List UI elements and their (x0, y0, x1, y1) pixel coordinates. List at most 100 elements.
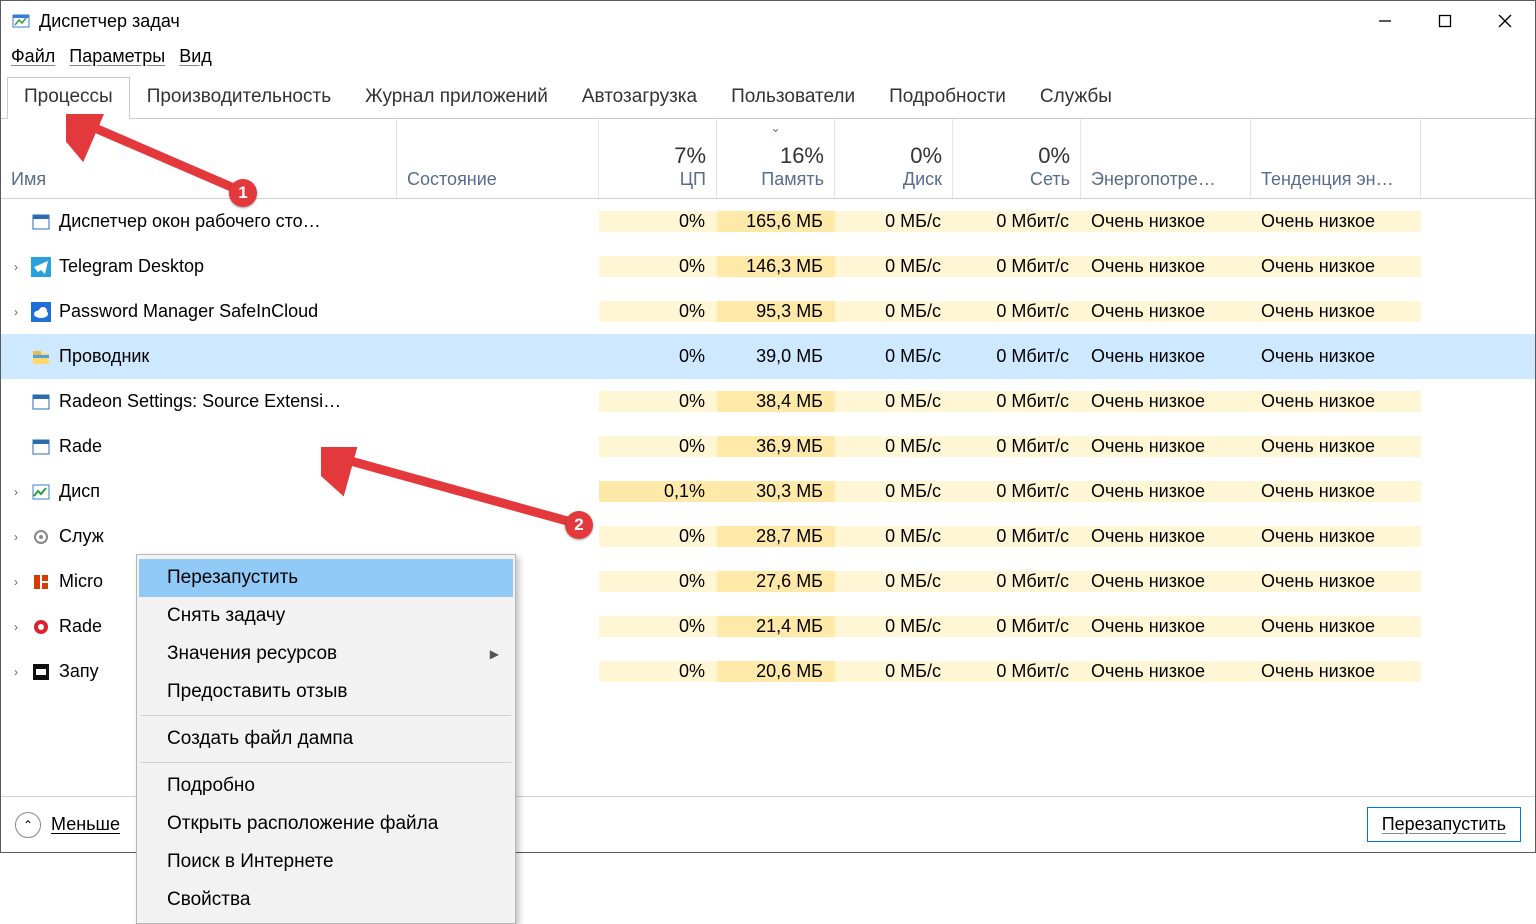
fewer-label: Меньше (51, 814, 120, 835)
expand-icon[interactable]: › (7, 260, 25, 274)
context-menu-item[interactable]: Предоставить отзыв (139, 673, 513, 711)
context-menu-item[interactable]: Перезапустить (139, 559, 513, 597)
expand-icon[interactable]: › (7, 305, 25, 319)
menubar: Файл Параметры Вид (1, 41, 1535, 71)
expand-icon[interactable]: › (7, 665, 25, 679)
process-name: Дисп (59, 481, 100, 502)
context-menu-item[interactable]: Снять задачу (139, 597, 513, 635)
tab-services[interactable]: Службы (1023, 77, 1129, 118)
cell-network: 0 Мбит/с (953, 481, 1081, 502)
expand-icon[interactable]: › (7, 485, 25, 499)
process-area: Имя Состояние 7%ЦП ⌄16%Память 0%Диск 0%С… (1, 119, 1535, 709)
col-disk[interactable]: 0%Диск (835, 119, 953, 198)
col-name-label: Имя (11, 169, 386, 190)
cell-energy-trend: Очень низкое (1251, 346, 1421, 367)
cell-disk: 0 МБ/с (835, 256, 953, 277)
sort-arrow-icon: ⌄ (770, 121, 780, 135)
minimize-button[interactable] (1355, 1, 1415, 41)
process-icon (31, 392, 51, 412)
tab-startup[interactable]: Автозагрузка (565, 77, 714, 118)
cell-cpu: 0% (599, 526, 717, 547)
col-energy[interactable]: Энергопотре… (1081, 119, 1251, 198)
cell-cpu: 0% (599, 256, 717, 277)
cell-cpu: 0% (599, 301, 717, 322)
table-row[interactable]: Диспетчер окон рабочего сто…0%165,6 МБ0 … (1, 199, 1535, 244)
context-menu-item[interactable]: Открыть расположение файла (139, 805, 513, 843)
menu-view[interactable]: Вид (179, 46, 212, 67)
col-network-label: Сеть (1030, 169, 1070, 190)
context-menu-item[interactable]: Значения ресурсов▶ (139, 635, 513, 673)
cell-energy-trend: Очень низкое (1251, 256, 1421, 277)
table-row[interactable]: Rade0%36,9 МБ0 МБ/с0 Мбит/сОчень низкоеО… (1, 424, 1535, 469)
context-menu-separator (141, 715, 511, 716)
cell-energy-trend: Очень низкое (1251, 391, 1421, 412)
process-name: Telegram Desktop (59, 256, 204, 277)
cell-network: 0 Мбит/с (953, 391, 1081, 412)
process-name: Rade (59, 616, 102, 637)
cell-network: 0 Мбит/с (953, 661, 1081, 682)
tabs: Процессы Производительность Журнал прило… (1, 77, 1535, 119)
table-row[interactable]: Radeon Settings: Source Extensi…0%38,4 М… (1, 379, 1535, 424)
cell-network: 0 Мбит/с (953, 616, 1081, 637)
context-menu-item[interactable]: Создать файл дампа (139, 720, 513, 758)
menu-options[interactable]: Параметры (69, 46, 165, 67)
restart-button[interactable]: Перезапустить (1367, 807, 1521, 842)
cell-cpu: 0% (599, 616, 717, 637)
table-row[interactable]: Проводник0%39,0 МБ0 МБ/с0 Мбит/сОчень ни… (1, 334, 1535, 379)
process-icon (31, 212, 51, 232)
cell-cpu: 0% (599, 346, 717, 367)
cell-energy: Очень низкое (1081, 211, 1251, 232)
cell-cpu: 0% (599, 571, 717, 592)
col-energy-label: Энергопотре… (1091, 169, 1240, 190)
expand-icon[interactable]: › (7, 620, 25, 634)
submenu-arrow-icon: ▶ (490, 647, 499, 661)
cell-name: Radeon Settings: Source Extensi… (1, 391, 397, 412)
process-icon (31, 347, 51, 367)
table-row[interactable]: ›Служ0%28,7 МБ0 МБ/с0 Мбит/сОчень низкое… (1, 514, 1535, 559)
process-name: Проводник (59, 346, 149, 367)
context-menu-item[interactable]: Поиск в Интернете (139, 843, 513, 881)
expand-icon[interactable]: › (7, 575, 25, 589)
col-extra (1421, 119, 1535, 198)
col-status[interactable]: Состояние (397, 119, 599, 198)
maximize-button[interactable] (1415, 1, 1475, 41)
cell-network: 0 Мбит/с (953, 256, 1081, 277)
cell-memory: 38,4 МБ (717, 391, 835, 412)
col-memory[interactable]: ⌄16%Память (717, 119, 835, 198)
process-name: Radeon Settings: Source Extensi… (59, 391, 341, 412)
cell-name: Диспетчер окон рабочего сто… (1, 211, 397, 232)
process-name: Password Manager SafeInCloud (59, 301, 318, 322)
cell-name: Rade (1, 436, 397, 457)
cell-disk: 0 МБ/с (835, 391, 953, 412)
tab-app-history[interactable]: Журнал приложений (348, 77, 565, 118)
cell-energy: Очень низкое (1081, 391, 1251, 412)
expand-icon[interactable]: › (7, 530, 25, 544)
fewer-details[interactable]: ⌃ Меньше (15, 812, 120, 838)
tab-performance[interactable]: Производительность (130, 77, 348, 118)
cell-disk: 0 МБ/с (835, 526, 953, 547)
close-button[interactable] (1475, 1, 1535, 41)
table-row[interactable]: ›Telegram Desktop0%146,3 МБ0 МБ/с0 Мбит/… (1, 244, 1535, 289)
cell-memory: 20,6 МБ (717, 661, 835, 682)
cell-energy: Очень низкое (1081, 301, 1251, 322)
tab-details[interactable]: Подробности (872, 77, 1023, 118)
table-row[interactable]: ›Password Manager SafeInCloud0%95,3 МБ0 … (1, 289, 1535, 334)
tab-processes[interactable]: Процессы (7, 77, 130, 119)
context-menu-item[interactable]: Свойства (139, 881, 513, 919)
tab-users[interactable]: Пользователи (714, 77, 872, 118)
col-energy-trend[interactable]: Тенденция эн… (1251, 119, 1421, 198)
cell-energy: Очень низкое (1081, 526, 1251, 547)
col-name[interactable]: Имя (1, 119, 397, 198)
table-row[interactable]: ›Дисп0,1%30,3 МБ0 МБ/с0 Мбит/сОчень низк… (1, 469, 1535, 514)
cell-disk: 0 МБ/с (835, 616, 953, 637)
cell-memory: 165,6 МБ (717, 211, 835, 232)
cell-memory: 27,6 МБ (717, 571, 835, 592)
cell-energy: Очень низкое (1081, 436, 1251, 457)
col-cpu[interactable]: 7%ЦП (599, 119, 717, 198)
cell-disk: 0 МБ/с (835, 301, 953, 322)
context-menu-item[interactable]: Подробно (139, 767, 513, 805)
menu-file[interactable]: Файл (11, 46, 55, 67)
col-network[interactable]: 0%Сеть (953, 119, 1081, 198)
cell-cpu: 0,1% (599, 481, 717, 502)
col-disk-label: Диск (903, 169, 942, 190)
